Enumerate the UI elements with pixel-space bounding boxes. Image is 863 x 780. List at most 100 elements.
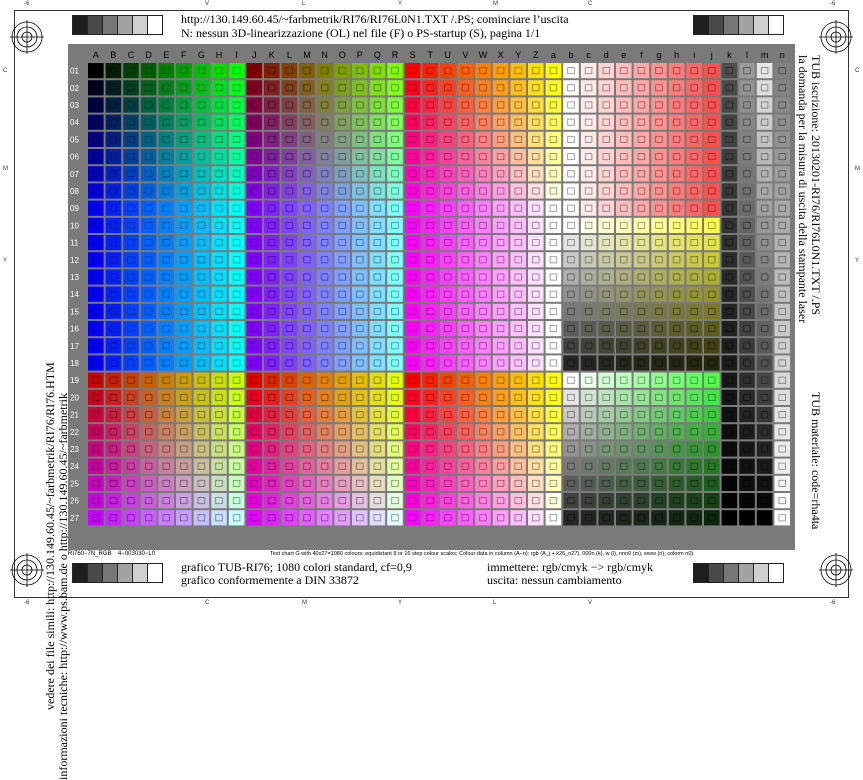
colour-patch-centre: [215, 204, 223, 212]
colour-patch-centre: [232, 84, 241, 92]
colour-patch-centre: [532, 170, 540, 178]
colour-patch-centre: [356, 411, 364, 419]
colour-patch-centre: [426, 187, 434, 195]
grey-patch: [87, 15, 103, 35]
colour-patch-centre: [215, 290, 223, 298]
colour-patch-centre: [725, 170, 734, 178]
colour-patch-centre: [285, 239, 294, 247]
colour-patch-centre: [285, 342, 294, 350]
colour-patch-centre: [514, 204, 522, 212]
footer-din-note: grafico conformemente a DIN 33872: [181, 573, 359, 587]
colour-patch-centre: [637, 135, 646, 143]
colour-patch-centre: [320, 307, 329, 315]
column-label: M: [303, 50, 311, 60]
colour-patch-centre: [92, 359, 100, 367]
colour-patch-centre: [303, 221, 311, 229]
colour-patch-centre: [356, 118, 364, 126]
colour-patch-centre: [778, 307, 786, 315]
colour-patch-centre: [408, 325, 417, 333]
colour-patch-centre: [232, 342, 241, 350]
colour-patch-centre: [232, 462, 241, 470]
colour-patch-centre: [549, 135, 558, 143]
colour-patch-centre: [760, 67, 769, 75]
colour-patch-centre: [391, 342, 399, 350]
colour-patch-centre: [514, 393, 522, 401]
colour-patch-centre: [144, 376, 153, 384]
colour-patch-centre: [303, 118, 311, 126]
footer-output-label: uscita: nessun cambiamento: [487, 573, 622, 587]
colour-patch-centre: [232, 101, 241, 109]
colour-patch-centre: [127, 239, 135, 247]
colour-patch-centre: [426, 479, 434, 487]
colour-patch-centre: [426, 307, 434, 315]
colour-patch-centre: [320, 187, 329, 195]
colour-patch-centre: [285, 376, 294, 384]
colour-patch-centre: [285, 67, 294, 75]
column-label: T: [427, 50, 433, 60]
colour-patch-centre: [496, 187, 505, 195]
colour-patch-centre: [250, 497, 258, 505]
colour-patch-centre: [268, 393, 276, 401]
colour-patch-centre: [461, 101, 470, 109]
colour-patch-centre: [743, 479, 751, 487]
colour-patch-centre: [743, 170, 751, 178]
colour-patch-centre: [461, 514, 470, 522]
colour-patch-centre: [320, 239, 329, 247]
colour-patch-centre: [672, 273, 681, 281]
colour-patch-centre: [250, 67, 258, 75]
colour-patch-centre: [708, 479, 716, 487]
colour-patch-centre: [408, 342, 417, 350]
colour-patch-centre: [444, 393, 452, 401]
colour-patch-centre: [444, 497, 452, 505]
colour-patch-centre: [584, 376, 593, 384]
colour-patch-centre: [285, 514, 294, 522]
colour-patch-centre: [708, 170, 716, 178]
colour-patch-centre: [250, 204, 258, 212]
colour-patch-centre: [303, 84, 311, 92]
colour-patch-centre: [461, 411, 470, 419]
colour-patch-centre: [708, 376, 716, 384]
colour-patch-centre: [320, 204, 329, 212]
colour-patch-centre: [144, 170, 153, 178]
colour-patch-centre: [778, 325, 786, 333]
colour-patch-centre: [391, 497, 399, 505]
grey-patch: [117, 563, 133, 583]
colour-patch-centre: [303, 376, 311, 384]
colour-patch-centre: [408, 307, 417, 315]
row-label: 14: [70, 290, 79, 299]
colour-patch-centre: [690, 170, 698, 178]
column-label: g: [656, 50, 661, 60]
colour-patch-centre: [215, 479, 223, 487]
colour-patch-centre: [778, 135, 786, 143]
colour-patch-centre: [92, 497, 100, 505]
column-label: m: [761, 50, 769, 60]
colour-patch-centre: [620, 204, 628, 212]
colour-patch-centre: [197, 342, 206, 350]
colour-patch-centre: [356, 393, 364, 401]
colour-patch-centre: [426, 411, 434, 419]
edge-mark-top: V: [205, 1, 210, 7]
colour-patch-centre: [197, 170, 206, 178]
colour-patch-centre: [144, 479, 153, 487]
colour-patch-centre: [268, 514, 276, 522]
colour-patch-centre: [356, 376, 364, 384]
colour-patch-centre: [496, 153, 505, 161]
colour-patch-centre: [532, 445, 540, 453]
colour-patch-centre: [514, 445, 522, 453]
colour-patch-centre: [532, 325, 540, 333]
colour-patch-centre: [250, 187, 258, 195]
colour-patch-centre: [285, 445, 294, 453]
colour-patch-centre: [461, 307, 470, 315]
colour-patch-centre: [127, 221, 135, 229]
colour-patch-centre: [285, 462, 294, 470]
colour-patch-centre: [180, 497, 188, 505]
colour-patch-centre: [532, 342, 540, 350]
colour-patch-centre: [461, 428, 470, 436]
colour-patch-centre: [162, 445, 170, 453]
colour-patch-centre: [373, 479, 382, 487]
colour-patch-centre: [602, 359, 610, 367]
colour-patch-centre: [320, 462, 329, 470]
colour-patch-centre: [532, 221, 540, 229]
colour-patch-centre: [602, 101, 610, 109]
colour-patch-centre: [479, 221, 487, 229]
